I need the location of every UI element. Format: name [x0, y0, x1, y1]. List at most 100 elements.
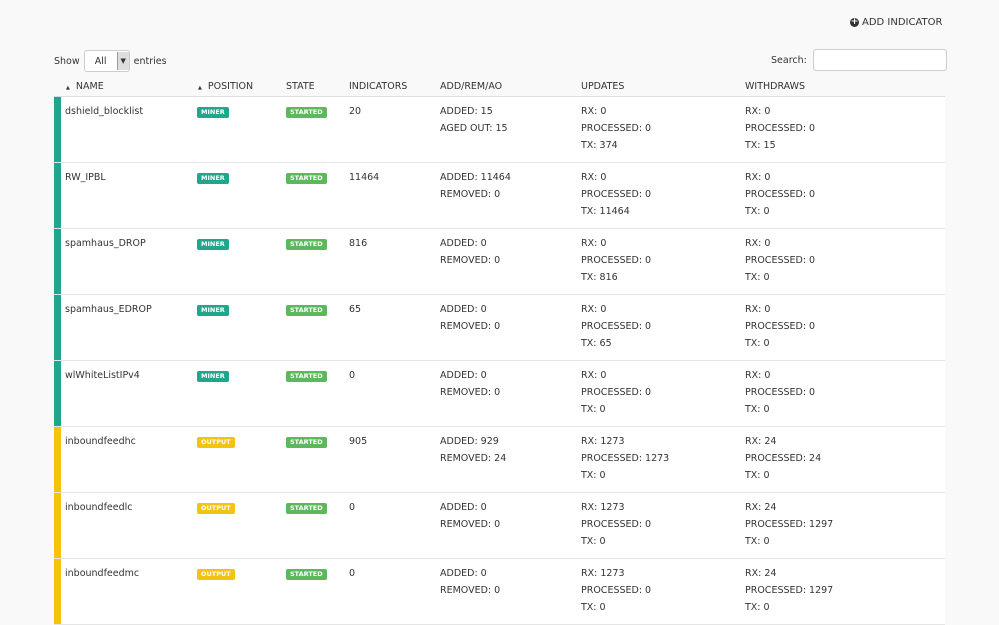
updates-cell: RX: 0 PROCESSED: 0 TX: 0 — [581, 367, 651, 418]
updates-cell: RX: 1273 PROCESSED: 0 TX: 0 — [581, 565, 651, 616]
column-header-updates[interactable]: UPDATES — [581, 81, 624, 92]
node-name[interactable]: spamhaus_DROP — [65, 235, 146, 252]
indicators-count: 905 — [349, 436, 368, 447]
updates-line: RX: 0 — [581, 106, 607, 117]
updates-cell: RX: 1273 PROCESSED: 1273 TX: 0 — [581, 433, 669, 484]
indicators-count: 11464 — [349, 172, 380, 183]
updates-line: TX: 0 — [581, 602, 606, 613]
node-name[interactable]: inboundfeedmc — [65, 565, 139, 582]
state-badge: STARTED — [286, 305, 327, 316]
state-badge: STARTED — [286, 107, 327, 118]
row-type-stripe — [54, 427, 61, 492]
table-row[interactable]: inboundfeedhc OUTPUT STARTED 905 ADDED: 929 R… — [54, 427, 945, 493]
state-cell: STARTED — [286, 169, 327, 186]
table-row[interactable]: RW_IPBL MINER STARTED 11464 ADDED: 11464 REMO… — [54, 163, 945, 229]
updates-line: TX: 0 — [581, 470, 606, 481]
chevron-down-icon: ▼ — [116, 52, 129, 70]
state-badge: STARTED — [286, 437, 327, 448]
state-cell: STARTED — [286, 499, 327, 516]
node-name[interactable]: dshield_blocklist — [65, 103, 143, 120]
position-cell: MINER — [197, 103, 229, 120]
node-name[interactable]: wlWhiteListIPv4 — [65, 367, 140, 384]
position-cell: MINER — [197, 169, 229, 186]
position-cell: OUTPUT — [197, 565, 235, 582]
nodes-table-body: dshield_blocklist MINER STARTED 20 ADDED: 15… — [54, 97, 945, 625]
withdraws-cell: RX: 0 PROCESSED: 0 TX: 0 — [745, 169, 815, 220]
position-badge: OUTPUT — [197, 503, 235, 514]
updates-line: TX: 0 — [581, 536, 606, 547]
row-type-stripe — [54, 559, 61, 624]
position-badge: MINER — [197, 239, 229, 250]
updates-line: PROCESSED: 0 — [581, 123, 652, 134]
updates-line: PROCESSED: 0 — [581, 189, 652, 200]
add-indicator-label: ADD INDICATOR — [862, 17, 943, 28]
node-name[interactable]: inboundfeedlc — [65, 499, 133, 516]
withdraws-line: RX: 0 — [745, 370, 771, 381]
addrem-line: REMOVED: 0 — [440, 585, 501, 596]
entries-select[interactable]: All ▼ — [83, 50, 130, 72]
addrem-line: ADDED: 11464 — [440, 172, 511, 183]
withdraws-line: RX: 0 — [745, 238, 771, 249]
updates-line: PROCESSED: 0 — [581, 387, 652, 398]
withdraws-cell: RX: 24 PROCESSED: 1297 TX: 0 — [745, 499, 833, 550]
state-cell: STARTED — [286, 301, 327, 318]
table-row[interactable]: inboundfeedmc OUTPUT STARTED 0 ADDED: 0 REMOV… — [54, 559, 945, 625]
withdraws-line: PROCESSED: 1297 — [745, 585, 834, 596]
table-row[interactable]: inboundfeedlc OUTPUT STARTED 0 ADDED: 0 REMOV… — [54, 493, 945, 559]
state-cell: STARTED — [286, 103, 327, 120]
column-header-name[interactable]: ▲ NAME — [66, 81, 104, 92]
addrem-line: ADDED: 15 — [440, 106, 493, 117]
position-cell: MINER — [197, 301, 229, 318]
addrem-line: ADDED: 929 — [440, 436, 499, 447]
position-cell: MINER — [197, 235, 229, 252]
updates-line: PROCESSED: 0 — [581, 585, 652, 596]
position-badge: MINER — [197, 305, 229, 316]
column-header-addremao[interactable]: ADD/REM/AO — [440, 81, 502, 92]
updates-line: RX: 1273 — [581, 568, 625, 579]
addrem-line: REMOVED: 0 — [440, 189, 501, 200]
state-badge: STARTED — [286, 569, 327, 580]
indicators-count: 0 — [349, 568, 356, 579]
addrem-cell: ADDED: 0 REMOVED: 0 — [440, 235, 500, 269]
column-header-indicators[interactable]: INDICATORS — [349, 81, 407, 92]
updates-line: PROCESSED: 0 — [581, 321, 652, 332]
withdraws-line: PROCESSED: 0 — [745, 387, 816, 398]
updates-line: PROCESSED: 1273 — [581, 453, 670, 464]
node-name[interactable]: inboundfeedhc — [65, 433, 136, 450]
withdraws-line: PROCESSED: 0 — [745, 189, 816, 200]
search-input[interactable] — [812, 49, 947, 71]
search-control: Search: — [771, 49, 947, 71]
withdraws-cell: RX: 24 PROCESSED: 1297 TX: 0 — [745, 565, 833, 616]
node-name[interactable]: RW_IPBL — [65, 169, 106, 186]
withdraws-line: PROCESSED: 24 — [745, 453, 822, 464]
column-header-position[interactable]: ▲ POSITION — [198, 81, 253, 92]
addrem-line: ADDED: 0 — [440, 304, 487, 315]
updates-line: RX: 0 — [581, 370, 607, 381]
node-name[interactable]: spamhaus_EDROP — [65, 301, 152, 318]
addrem-line: ADDED: 0 — [440, 568, 487, 579]
addrem-cell: ADDED: 11464 REMOVED: 0 — [440, 169, 511, 203]
addrem-line: REMOVED: 0 — [440, 321, 501, 332]
table-row[interactable]: wlWhiteListIPv4 MINER STARTED 0 ADDED: 0 REMO… — [54, 361, 945, 427]
state-badge: STARTED — [286, 173, 327, 184]
withdraws-line: RX: 0 — [745, 304, 771, 315]
state-cell: STARTED — [286, 565, 327, 582]
add-indicator-button[interactable]: + ADD INDICATOR — [850, 17, 942, 28]
addrem-line: REMOVED: 0 — [440, 255, 501, 266]
withdraws-line: RX: 0 — [745, 106, 771, 117]
column-header-withdraws[interactable]: WITHDRAWS — [745, 81, 805, 92]
table-row[interactable]: spamhaus_EDROP MINER STARTED 65 ADDED: 0 REMO… — [54, 295, 945, 361]
state-badge: STARTED — [286, 371, 327, 382]
updates-cell: RX: 0 PROCESSED: 0 TX: 11464 — [581, 169, 651, 220]
position-badge: MINER — [197, 173, 229, 184]
table-row[interactable]: spamhaus_DROP MINER STARTED 816 ADDED: 0 REMO… — [54, 229, 945, 295]
withdraws-cell: RX: 0 PROCESSED: 0 TX: 0 — [745, 367, 815, 418]
withdraws-line: TX: 0 — [745, 272, 770, 283]
withdraws-line: TX: 0 — [745, 470, 770, 481]
table-row[interactable]: dshield_blocklist MINER STARTED 20 ADDED: 15… — [54, 97, 945, 163]
column-header-state[interactable]: STATE — [286, 81, 315, 92]
addrem-line: ADDED: 0 — [440, 370, 487, 381]
withdraws-line: RX: 0 — [745, 172, 771, 183]
indicators-count: 65 — [349, 304, 362, 315]
position-cell: MINER — [197, 367, 229, 384]
